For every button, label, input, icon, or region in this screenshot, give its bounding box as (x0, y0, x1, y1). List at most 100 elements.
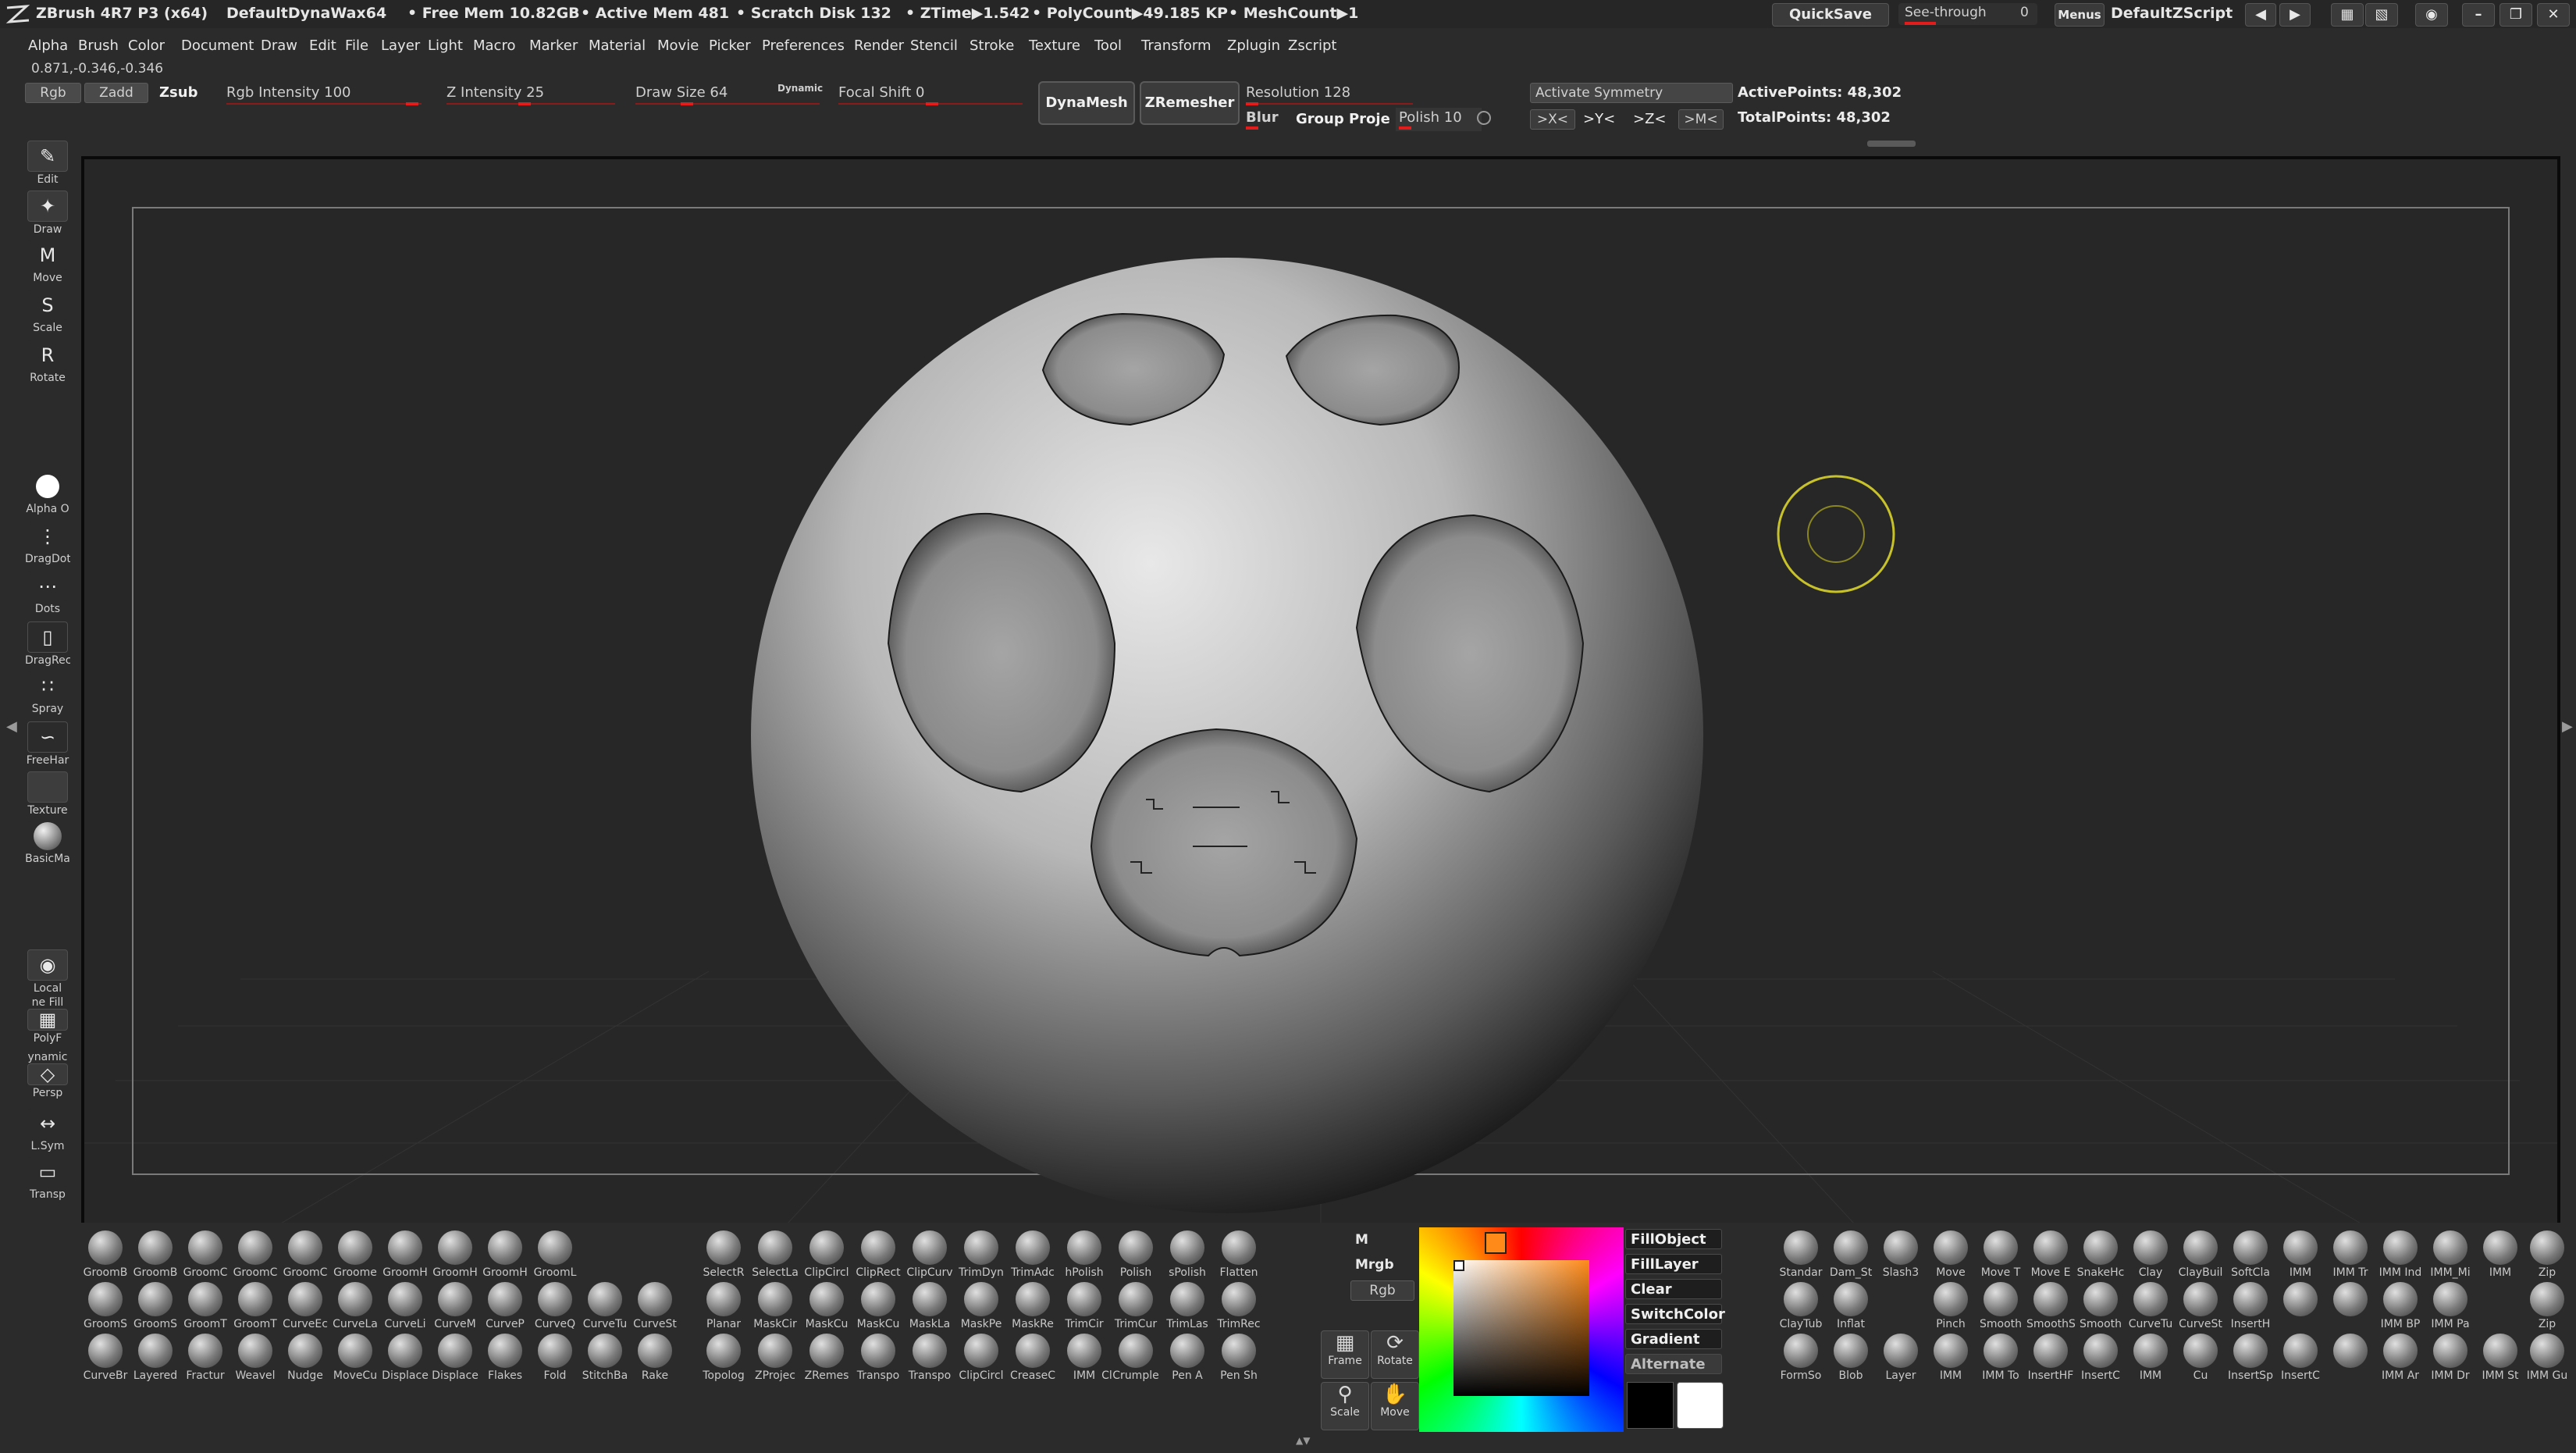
script-prev-icon[interactable]: ◀ (2245, 3, 2276, 27)
brush-slot[interactable] (2326, 1334, 2375, 1382)
brush-slot[interactable]: hPolish (1060, 1230, 1108, 1279)
brush-slot[interactable]: Flakes (481, 1334, 529, 1382)
transp-button[interactable]: ▭ Transp (25, 1157, 70, 1202)
lsym-button[interactable]: ↔ L.Sym (25, 1109, 70, 1154)
brush-slot[interactable]: Displace (431, 1334, 479, 1382)
menu-stencil[interactable]: Stencil (910, 37, 958, 54)
menu-file[interactable]: File (345, 37, 368, 54)
brush-slot[interactable]: IMM (2276, 1230, 2325, 1279)
symmetry-x-button[interactable]: >X< (1530, 109, 1575, 130)
rgb-intensity-slider[interactable]: Rgb Intensity 100 (225, 83, 423, 111)
group-projection-toggle[interactable]: Group Proje (1296, 111, 1390, 127)
brush-slot[interactable]: CurveLi (381, 1282, 429, 1330)
z-intensity-slider[interactable]: Z Intensity 25 (445, 83, 617, 111)
brush-slot[interactable]: CurveTu (2126, 1282, 2175, 1330)
frame-button[interactable]: ▦ Frame (1321, 1330, 1369, 1379)
brush-slot[interactable]: Clay (2126, 1230, 2175, 1279)
brush-slot[interactable]: MaskCu (854, 1282, 902, 1330)
scale-button[interactable]: S Scale (25, 290, 70, 336)
switch-color-button[interactable]: SwitchColor (1625, 1304, 1725, 1324)
brush-slot[interactable]: SelectLa (751, 1230, 799, 1279)
see-through-slider[interactable]: See-through 0 (1898, 3, 2037, 25)
brush-slot[interactable]: CurveSt (2176, 1282, 2225, 1330)
brush-slot[interactable]: IMM Gu (2523, 1334, 2571, 1382)
brush-slot[interactable]: CreaseC (1009, 1334, 1057, 1382)
brush-slot[interactable]: ClipCircl (802, 1230, 851, 1279)
brush-slot[interactable]: Pen A (1163, 1334, 1212, 1382)
brush-slot[interactable]: Fractur (181, 1334, 229, 1382)
move-button[interactable]: M Move (25, 240, 70, 286)
rotate-button[interactable]: R Rotate (25, 340, 70, 386)
brush-slot[interactable]: TrimLas (1163, 1282, 1212, 1330)
color-saturation-square[interactable] (1453, 1260, 1589, 1396)
brush-slot[interactable]: Displace (381, 1334, 429, 1382)
move-view-button[interactable]: ✋ Move (1371, 1382, 1419, 1430)
fill-layer-button[interactable]: FillLayer (1625, 1254, 1722, 1274)
zremesher-button[interactable]: ZRemesher (1140, 81, 1240, 125)
brush-slot[interactable]: Planar (699, 1282, 748, 1330)
brush-slot[interactable]: TrimCir (1060, 1282, 1108, 1330)
brush-slot[interactable]: ClipRect (854, 1230, 902, 1279)
brush-slot[interactable]: Layered (131, 1334, 180, 1382)
brush-slot[interactable]: CurveBr (81, 1334, 130, 1382)
menus-button[interactable]: Menus (2055, 3, 2105, 27)
brush-slot[interactable] (2326, 1282, 2375, 1330)
menu-brush[interactable]: Brush (78, 37, 119, 54)
brush-slot[interactable]: IMM Ind (2376, 1230, 2425, 1279)
layout2-icon[interactable]: ▧ (2365, 3, 2398, 27)
quicksave-button[interactable]: QuickSave (1772, 3, 1889, 27)
brush-slot[interactable]: IMM_Mi (2426, 1230, 2475, 1279)
menu-alpha[interactable]: Alpha (28, 37, 68, 54)
brush-slot[interactable]: Weavel (231, 1334, 279, 1382)
menu-movie[interactable]: Movie (657, 37, 699, 54)
brush-slot[interactable]: Zip (2523, 1282, 2571, 1330)
brush-slot[interactable]: Blob (1827, 1334, 1875, 1382)
brush-slot[interactable]: Standar (1777, 1230, 1825, 1279)
brush-slot[interactable]: CurveTu (581, 1282, 629, 1330)
brush-slot[interactable]: GroomT (231, 1282, 279, 1330)
brush-slot[interactable]: TrimDyn (957, 1230, 1005, 1279)
left-tray-toggle-icon[interactable]: ◀ (6, 718, 17, 742)
brush-slot[interactable]: ClipCurv (906, 1230, 954, 1279)
brush-slot[interactable]: ClipCircl (957, 1334, 1005, 1382)
menu-transform[interactable]: Transform (1141, 37, 1212, 54)
brush-slot[interactable]: CurveEc (281, 1282, 329, 1330)
brush-slot[interactable]: GroomH (381, 1230, 429, 1279)
brush-slot[interactable]: GroomS (131, 1282, 180, 1330)
brush-slot[interactable]: Zip (2523, 1230, 2571, 1279)
dynamesh-button[interactable]: DynaMesh (1038, 81, 1135, 125)
menu-macro[interactable]: Macro (473, 37, 515, 54)
brush-slot[interactable]: InsertSp (2226, 1334, 2275, 1382)
gradient-button[interactable]: Gradient (1625, 1329, 1722, 1349)
polyf-button[interactable]: ne Fill ▦ PolyF (25, 996, 70, 1045)
rgb-toggle[interactable]: Rgb (25, 83, 81, 103)
dragrect-button[interactable]: ▯ DragRec (25, 621, 70, 667)
brush-slot[interactable]: Smooth (2076, 1282, 2125, 1330)
brush-slot[interactable]: GroomC (231, 1230, 279, 1279)
lock-icon[interactable]: ◉ (2415, 3, 2448, 27)
scale-view-button[interactable]: ⚲ Scale (1321, 1382, 1369, 1430)
focal-shift-slider[interactable]: Focal Shift 0 (837, 83, 1024, 111)
brush-slot[interactable]: Cu (2176, 1334, 2225, 1382)
menu-zplugin[interactable]: Zplugin (1227, 37, 1280, 54)
brush-slot[interactable]: Groome (331, 1230, 379, 1279)
brush-slot[interactable]: MoveCu (331, 1334, 379, 1382)
brush-slot[interactable]: InsertC (2076, 1334, 2125, 1382)
symmetry-m-button[interactable]: >M< (1678, 109, 1724, 130)
brush-slot[interactable]: Topolog (699, 1334, 748, 1382)
brush-slot[interactable]: GroomS (81, 1282, 130, 1330)
brush-slot[interactable]: GroomB (81, 1230, 130, 1279)
brush-slot[interactable]: Transpo (854, 1334, 902, 1382)
close-icon[interactable]: ✕ (2537, 3, 2570, 27)
menu-layer[interactable]: Layer (381, 37, 420, 54)
menu-document[interactable]: Document (181, 37, 254, 54)
material-button[interactable]: BasicMa (25, 821, 70, 867)
brush-slot[interactable]: SoftCla (2226, 1230, 2275, 1279)
brush-slot[interactable]: MaskPe (957, 1282, 1005, 1330)
brush-slot[interactable]: CurveSt (631, 1282, 679, 1330)
brush-slot[interactable]: CurveM (431, 1282, 479, 1330)
draw-button[interactable]: ✦ Draw (25, 191, 70, 236)
menu-color[interactable]: Color (128, 37, 165, 54)
rgb-color-toggle[interactable]: Rgb (1350, 1280, 1414, 1301)
brush-slot[interactable]: StitchBa (581, 1334, 629, 1382)
